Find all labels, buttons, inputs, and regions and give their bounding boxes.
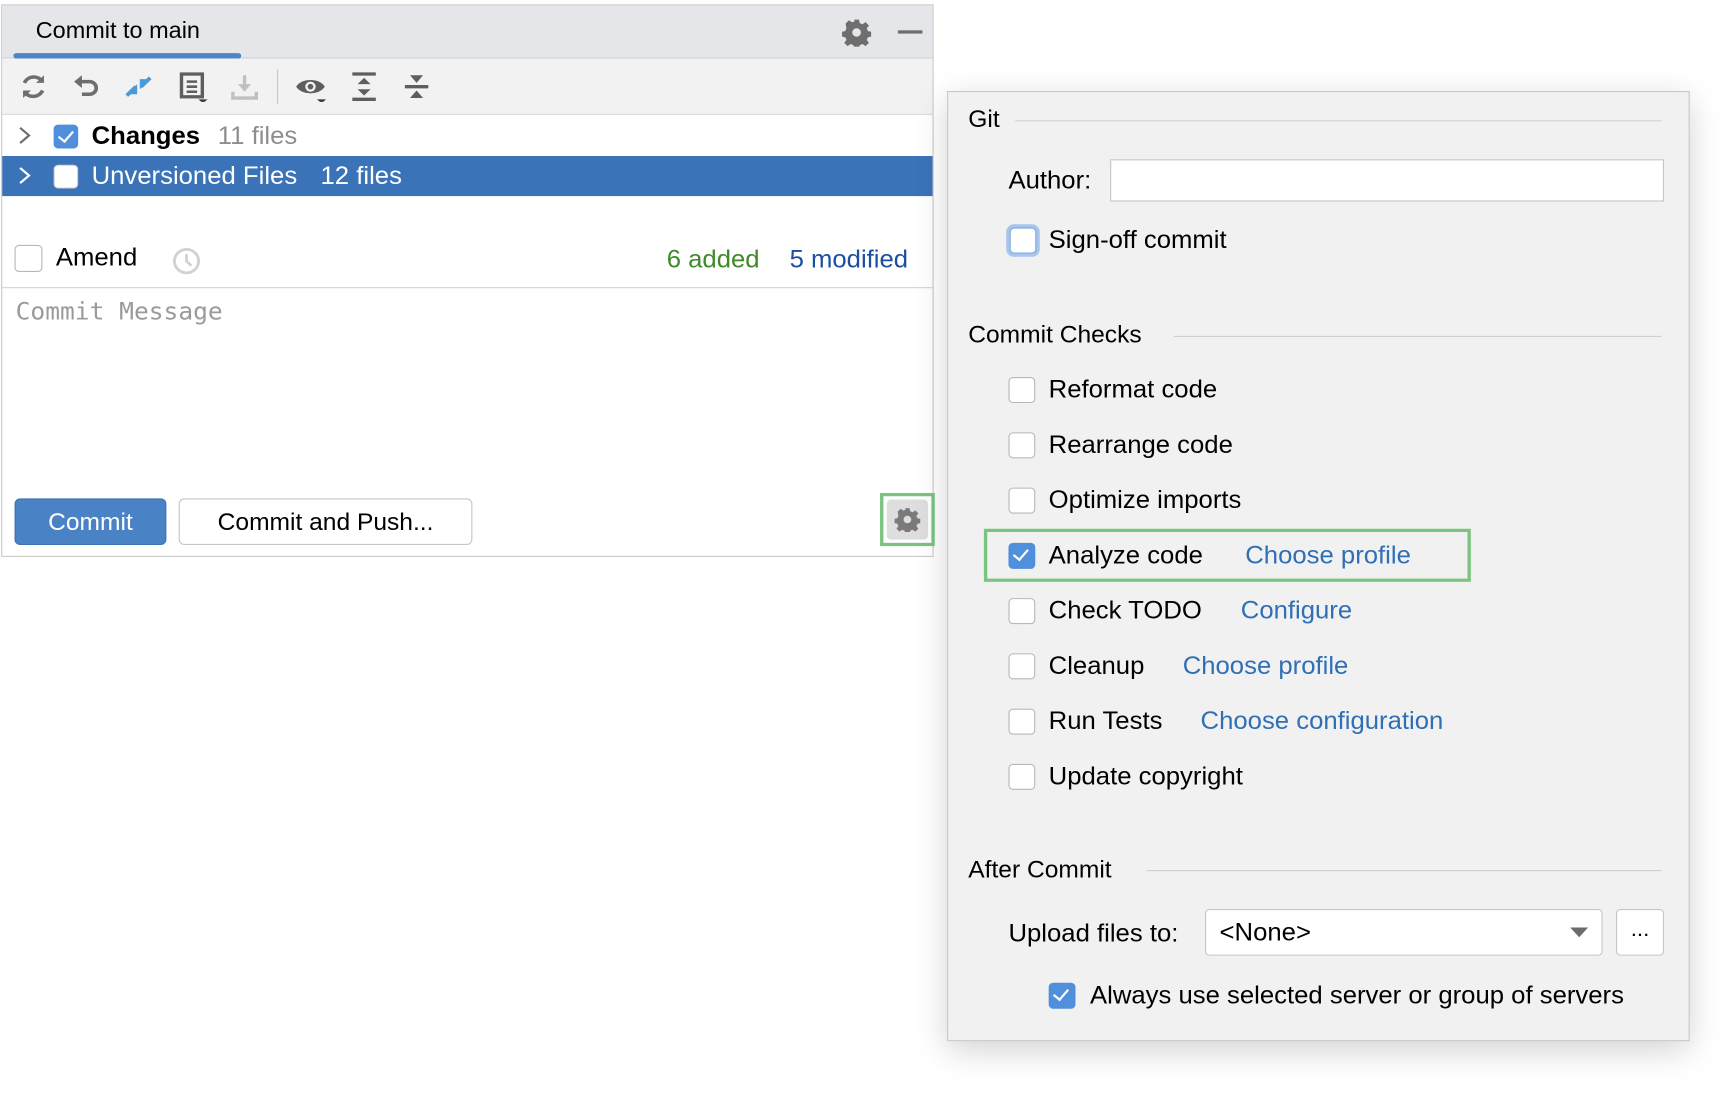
shelve-icon[interactable] <box>229 72 260 102</box>
amend-checkbox[interactable] <box>14 244 43 272</box>
after-commit-title: After Commit <box>968 855 1112 884</box>
upload-server-value: <None> <box>1219 917 1311 946</box>
tab-bar: Commit to main <box>2 5 933 59</box>
modified-count[interactable]: 5 modified <box>790 245 909 274</box>
collapse-all-icon[interactable] <box>401 72 432 102</box>
check-label: Run Tests <box>1048 706 1163 735</box>
unversioned-checkbox[interactable] <box>53 164 79 189</box>
choose-configuration-link[interactable]: Choose configuration <box>1201 706 1444 735</box>
tree-node-changes[interactable]: Changes 11 files <box>2 116 932 156</box>
check-label: Optimize imports <box>1048 485 1242 514</box>
git-section-title: Git <box>968 105 1000 133</box>
commit-message-editor[interactable]: Commit Message <box>2 287 933 483</box>
amend-label: Amend <box>55 242 138 271</box>
commit-button[interactable]: Commit <box>14 498 167 546</box>
section-divider <box>1173 335 1662 337</box>
signoff-checkbox[interactable] <box>1009 227 1037 254</box>
browse-servers-button[interactable]: ... <box>1616 909 1665 956</box>
tree-node-unversioned-files[interactable]: Unversioned Files 12 files <box>2 156 933 197</box>
check-checkbox[interactable] <box>1008 598 1036 625</box>
chevron-down-icon <box>1570 927 1589 938</box>
changes-checkbox[interactable] <box>53 124 79 149</box>
node-label: Unversioned Files <box>91 161 298 190</box>
tab-commit-to-main[interactable]: Commit to main <box>36 18 200 44</box>
author-label: Author: <box>1008 165 1092 194</box>
commit-options-popup: Git Author: Sign-off commit Commit Check… <box>947 91 1690 1042</box>
refresh-icon[interactable] <box>18 72 49 102</box>
toolbar <box>2 58 933 115</box>
check-checkbox[interactable] <box>1008 377 1036 404</box>
always-use-server-label: Always use selected server or group of s… <box>1089 980 1624 1009</box>
check-label: Check TODO <box>1048 595 1202 625</box>
commit-message-placeholder: Commit Message <box>15 299 223 327</box>
upload-files-label: Upload files to: <box>1008 918 1179 947</box>
amend-row: Amend 6 added 5 modified <box>2 239 932 287</box>
added-count[interactable]: 6 added <box>667 245 760 274</box>
expand-all-icon[interactable] <box>348 72 379 102</box>
choose-profile-link[interactable]: Choose profile <box>1183 651 1349 680</box>
check-checkbox[interactable] <box>1008 708 1036 735</box>
minimize-icon[interactable] <box>897 30 923 34</box>
chevron-right-icon[interactable] <box>16 126 34 146</box>
signoff-label: Sign-off commit <box>1048 225 1227 254</box>
commit-and-push-button[interactable]: Commit and Push... <box>178 498 473 546</box>
view-options-icon[interactable] <box>295 72 327 102</box>
upload-server-select[interactable]: <None> <box>1205 909 1603 956</box>
section-divider <box>1146 870 1662 872</box>
always-use-server-checkbox[interactable] <box>1048 982 1076 1009</box>
commit-checks-title: Commit Checks <box>968 320 1142 348</box>
author-input[interactable] <box>1110 159 1665 202</box>
commit-tool-window: Commit to main Changes 11 files Unversio… <box>1 4 935 557</box>
changelist-icon[interactable] <box>178 72 209 102</box>
check-checkbox[interactable] <box>1008 487 1036 514</box>
rollback-icon[interactable] <box>71 72 102 102</box>
gear-icon <box>894 508 921 532</box>
show-diff-icon[interactable] <box>123 72 154 102</box>
section-divider <box>1015 120 1662 122</box>
check-label: Reformat code <box>1048 374 1218 404</box>
node-label: Changes <box>91 121 201 150</box>
check-checkbox[interactable] <box>1008 653 1036 680</box>
check-label: Rearrange code <box>1048 430 1233 459</box>
commit-options-button[interactable] <box>880 492 935 547</box>
check-label: Update copyright <box>1048 761 1243 790</box>
check-label: Analyze code <box>1048 540 1203 569</box>
choose-profile-link[interactable]: Choose profile <box>1245 541 1411 570</box>
gear-icon[interactable] <box>842 18 872 47</box>
configure-link[interactable]: Configure <box>1241 596 1352 625</box>
check-label: Cleanup <box>1048 651 1145 680</box>
check-checkbox[interactable] <box>1008 763 1036 790</box>
commit-history-icon[interactable] <box>172 247 201 275</box>
node-count: 12 files <box>320 161 402 190</box>
check-checkbox[interactable] <box>1008 542 1036 569</box>
check-checkbox[interactable] <box>1008 432 1036 459</box>
node-count: 11 files <box>217 121 298 150</box>
chevron-right-icon[interactable] <box>16 166 34 186</box>
toolbar-separator <box>276 69 279 105</box>
